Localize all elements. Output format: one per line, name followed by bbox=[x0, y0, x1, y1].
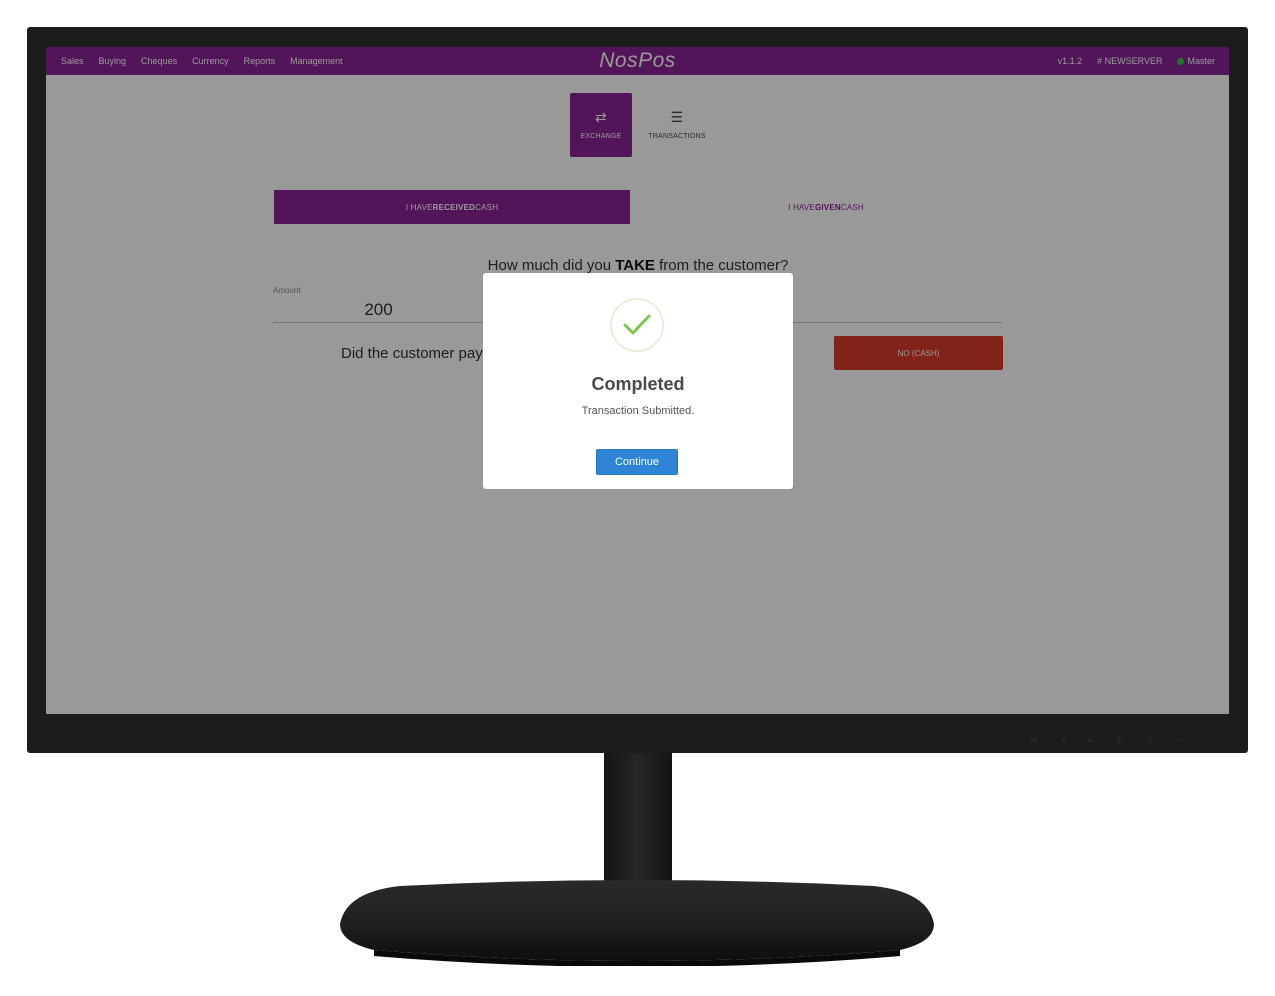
monitor-power-led: • bbox=[1176, 736, 1182, 745]
monitor-exit-button: E bbox=[1116, 736, 1122, 745]
monitor-left-button: ◂ bbox=[1060, 736, 1065, 745]
monitor-right-button: ▸ bbox=[1088, 736, 1093, 745]
screen: Sales Buying Cheques Currency Reports Ma… bbox=[46, 47, 1229, 714]
dialog-message: Transaction Submitted. bbox=[581, 405, 695, 417]
success-dialog: Completed Transaction Submitted. Continu… bbox=[483, 273, 793, 489]
monitor-stand-neck bbox=[604, 753, 672, 887]
monitor-buttons: M ◂ ▸ E ⏻ • bbox=[1030, 736, 1210, 746]
dialog-title: Completed bbox=[591, 374, 685, 394]
monitor-stand-base bbox=[340, 880, 934, 966]
continue-button[interactable]: Continue bbox=[596, 449, 678, 475]
monitor-menu-button: M bbox=[1030, 736, 1037, 745]
success-check-icon bbox=[610, 298, 664, 352]
monitor-power-button: ⏻ bbox=[1146, 736, 1153, 745]
